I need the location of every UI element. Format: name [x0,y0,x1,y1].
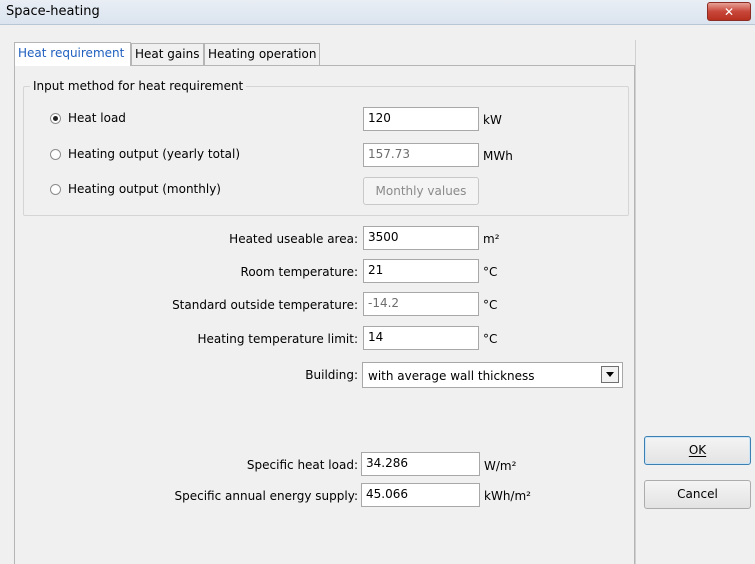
temperature-limit-input[interactable]: 14 [363,326,479,350]
button-area-divider [635,40,636,564]
yearly-output-unit: MWh [483,149,513,163]
radio-monthly-output-label[interactable]: Heating output (monthly) [68,182,221,196]
tab-heat-gains[interactable]: Heat gains [131,43,204,65]
close-button[interactable]: ✕ [707,2,751,21]
specific-heat-load-input[interactable]: 34.286 [361,452,480,476]
outside-temperature-label: Standard outside temperature: [172,298,358,312]
tab-heat-requirement[interactable]: Heat requirement [14,42,131,66]
chevron-down-icon[interactable] [601,366,619,383]
specific-heat-load-unit: W/m² [484,459,517,473]
building-select-value: with average wall thickness [368,369,535,383]
title-bar [0,0,755,25]
building-label: Building: [305,368,358,382]
annual-energy-input[interactable]: 45.066 [361,483,480,507]
heat-load-unit: kW [483,113,502,127]
close-icon: ✕ [723,5,735,19]
radio-heat-load[interactable] [50,113,61,124]
room-temperature-label: Room temperature: [240,265,358,279]
cancel-button[interactable]: Cancel [644,480,751,509]
annual-energy-label: Specific annual energy supply: [174,489,358,503]
outside-temperature-unit: °C [483,298,498,312]
radio-yearly-output[interactable] [50,149,61,160]
room-temperature-input[interactable]: 21 [363,259,479,283]
heated-area-label: Heated useable area: [229,232,358,246]
annual-energy-unit: kWh/m² [484,489,531,503]
radio-yearly-output-label[interactable]: Heating output (yearly total) [68,147,240,161]
radio-heat-load-label[interactable]: Heat load [68,111,126,125]
monthly-values-button[interactable]: Monthly values [363,177,479,205]
radio-monthly-output[interactable] [50,184,61,195]
heated-area-input[interactable]: 3500 [363,226,479,250]
outside-temperature-input[interactable]: -14.2 [363,292,479,316]
room-temperature-unit: °C [483,265,498,279]
ok-button-label: OK [688,443,707,457]
window-title: Space-heating [6,4,100,19]
temperature-limit-label: Heating temperature limit: [197,332,358,346]
group-title: Input method for heat requirement [30,79,247,93]
yearly-output-input[interactable]: 157.73 [363,143,479,167]
ok-button[interactable]: OK [644,436,751,465]
specific-heat-load-label: Specific heat load: [246,458,358,472]
temperature-limit-unit: °C [483,332,498,346]
heated-area-unit: m² [483,232,500,246]
heat-load-input[interactable]: 120 [363,107,479,131]
tab-heating-operation[interactable]: Heating operation [204,43,320,65]
